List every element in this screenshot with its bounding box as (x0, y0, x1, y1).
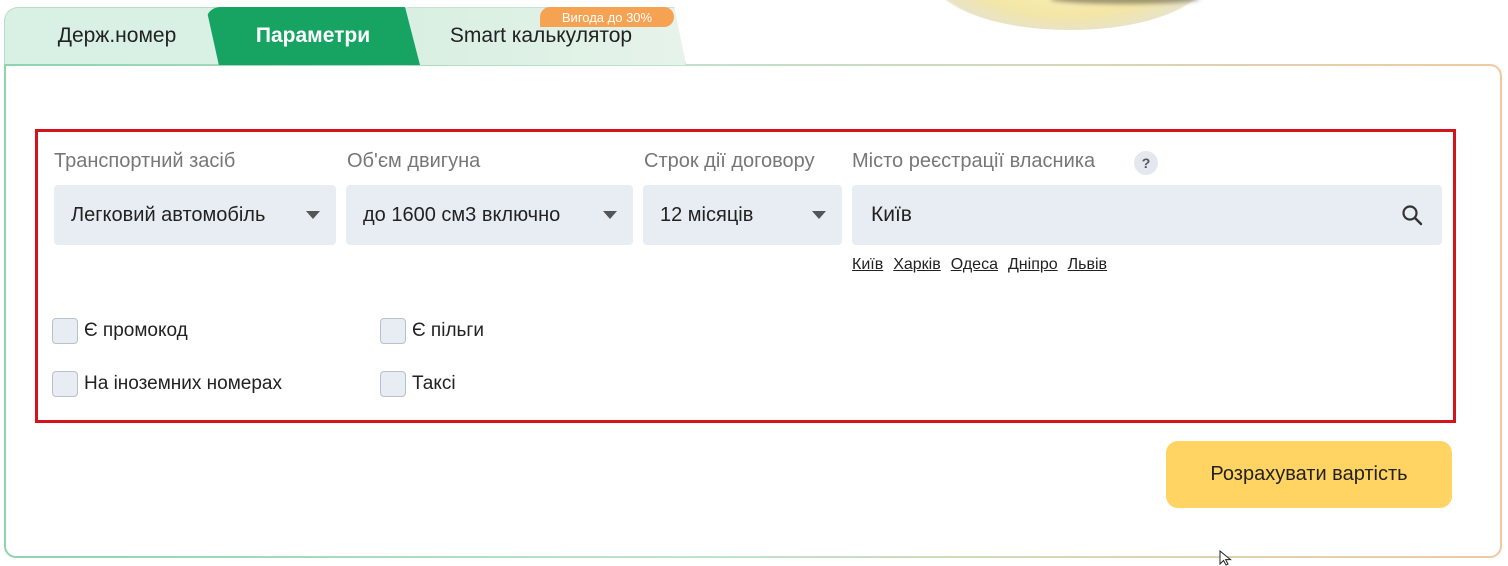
checkbox-box[interactable] (52, 371, 78, 397)
discount-badge: Вигода до 30% (540, 7, 674, 27)
quick-city-links: Київ Харків Одеса Дніпро Львів (852, 256, 1107, 274)
tab-parameters[interactable]: Параметри (206, 7, 420, 65)
taxi-checkbox[interactable]: Таксі (380, 371, 456, 397)
tab-plate-number[interactable]: Держ.номер (4, 7, 230, 65)
chevron-down-icon (603, 211, 617, 219)
tab-label: Параметри (255, 24, 371, 47)
checkbox-box[interactable] (380, 318, 406, 344)
quick-city-link[interactable]: Одеса (951, 256, 998, 274)
checkbox-box[interactable] (380, 371, 406, 397)
vehicle-select[interactable]: Легковий автомобіль (54, 185, 336, 245)
term-select-value: 12 місяців (660, 203, 754, 226)
chevron-down-icon (306, 211, 320, 219)
decorative-illustration (930, 0, 1210, 30)
foreign-plates-checkbox[interactable]: На іноземних номерах (52, 371, 282, 397)
term-label: Строк дії договору (644, 150, 815, 172)
foreign-plates-checkbox-label: На іноземних номерах (84, 373, 282, 394)
city-input[interactable] (852, 185, 1442, 245)
engine-select-value: до 1600 см3 включно (363, 203, 561, 226)
benefits-checkbox-label: Є пільги (412, 320, 484, 341)
vehicle-select-value: Легковий автомобіль (71, 203, 266, 226)
quick-city-link[interactable]: Львів (1068, 256, 1107, 274)
tab-label: Smart калькулятор (449, 24, 633, 47)
help-icon[interactable]: ? (1134, 151, 1158, 175)
mouse-cursor-icon (1219, 550, 1232, 566)
quick-city-link[interactable]: Дніпро (1008, 256, 1058, 274)
checkbox-box[interactable] (52, 318, 78, 344)
quick-city-link[interactable]: Харків (893, 256, 941, 274)
benefits-checkbox[interactable]: Є пільги (380, 318, 484, 344)
calculate-price-button[interactable]: Розрахувати вартість (1166, 441, 1452, 508)
engine-label: Об'єм двигуна (347, 150, 481, 172)
term-select[interactable]: 12 місяців (643, 185, 842, 245)
tab-label: Держ.номер (57, 24, 177, 47)
chevron-down-icon (812, 211, 826, 219)
search-icon[interactable] (1401, 204, 1423, 226)
quick-city-link[interactable]: Київ (852, 256, 883, 274)
vehicle-label: Транспортний засіб (54, 150, 236, 172)
promo-checkbox[interactable]: Є промокод (52, 318, 188, 344)
engine-select[interactable]: до 1600 см3 включно (346, 185, 633, 245)
promo-checkbox-label: Є промокод (84, 320, 188, 341)
city-label: Місто реєстрації власника (852, 150, 1096, 172)
taxi-checkbox-label: Таксі (412, 373, 456, 394)
